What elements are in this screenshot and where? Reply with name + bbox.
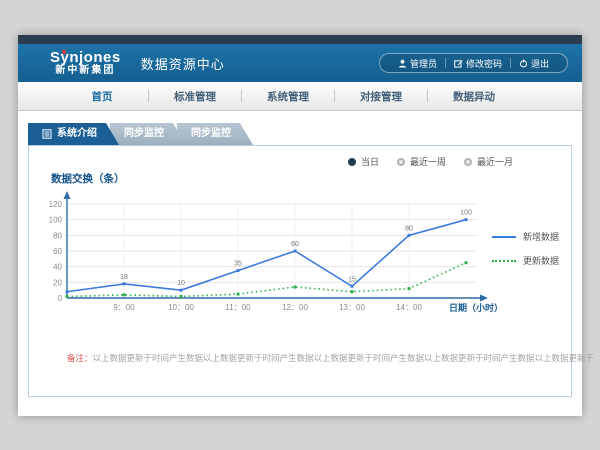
dotted-line-icon <box>492 260 516 262</box>
top-strip <box>18 35 582 44</box>
nav-item-home[interactable]: 首页 <box>56 89 148 104</box>
change-password-label: 修改密码 <box>466 57 502 70</box>
nav-item-system-mgmt[interactable]: 系统管理 <box>242 89 334 104</box>
user-menu-admin[interactable]: 管理员 <box>390 57 445 70</box>
svg-text:60: 60 <box>291 241 299 248</box>
svg-text:100: 100 <box>49 216 63 225</box>
app-header: Synjones 新中新集团 数据资源中心 管理员 修改密码 <box>18 44 582 82</box>
svg-text:9：00: 9：00 <box>113 303 135 312</box>
svg-text:10：00: 10：00 <box>168 303 194 312</box>
svg-text:15: 15 <box>348 276 356 283</box>
document-icon <box>42 129 52 139</box>
svg-text:80: 80 <box>405 225 413 232</box>
filter-today[interactable]: 当日 <box>348 155 379 168</box>
solid-line-icon <box>492 236 516 238</box>
svg-text:40: 40 <box>53 263 62 272</box>
note-text: 以上数据更新于时间产生数据以上数据更新于时间产生数据以上数据更新于时间产生数据以… <box>93 353 595 363</box>
filter-last-month[interactable]: 最近一月 <box>464 155 513 168</box>
content-card: 当日 最近一周 最近一月 数据交换（条） 0 20 40 60 80 100 120 9：00… <box>28 145 572 397</box>
footer-note: 备注：以上数据更新于时间产生数据以上数据更新于时间产生数据以上数据更新于时间产生… <box>67 352 563 364</box>
power-icon <box>519 59 528 68</box>
svg-text:11：00: 11：00 <box>225 303 251 312</box>
edit-icon <box>454 59 463 68</box>
svg-text:14：00: 14：00 <box>396 303 422 312</box>
logo-name: Synjones <box>50 50 121 66</box>
svg-text:60: 60 <box>53 247 62 256</box>
legend-new-data[interactable]: 新增数据 <box>492 230 559 243</box>
radio-unselected-icon <box>464 158 472 166</box>
tab-system-intro[interactable]: 系统介绍 <box>28 123 119 145</box>
svg-text:100: 100 <box>460 210 472 217</box>
radio-unselected-icon <box>397 158 405 166</box>
tab-sync-monitor-2[interactable]: 同步监控 <box>177 123 253 145</box>
main-nav: 首页 标准管理 系统管理 对接管理 数据异动 <box>18 82 582 111</box>
svg-text:0: 0 <box>58 294 63 303</box>
logo-group: 新中新集团 <box>50 66 121 77</box>
user-menu-label: 管理员 <box>410 57 437 70</box>
page-title: 数据资源中心 <box>141 54 225 73</box>
logo-red-dot-icon <box>62 50 66 54</box>
logout-button[interactable]: 退出 <box>511 57 557 70</box>
company-logo: Synjones 新中新集团 <box>50 50 121 76</box>
user-menu: 管理员 修改密码 退出 <box>379 53 568 73</box>
legend-update-data[interactable]: 更新数据 <box>492 254 559 267</box>
svg-text:120: 120 <box>49 200 63 209</box>
svg-text:80: 80 <box>53 231 62 240</box>
user-icon <box>398 59 407 68</box>
filter-label: 最近一月 <box>477 155 513 168</box>
svg-text:20: 20 <box>53 278 62 287</box>
filter-label: 最近一周 <box>410 155 446 168</box>
svg-text:12：00: 12：00 <box>282 303 308 312</box>
line-chart: 0 20 40 60 80 100 120 9：00 10：00 11：00 12：00 13：00 1… <box>43 188 505 334</box>
change-password-button[interactable]: 修改密码 <box>446 57 510 70</box>
filter-last-week[interactable]: 最近一周 <box>397 155 446 168</box>
nav-item-interface-mgmt[interactable]: 对接管理 <box>335 89 427 104</box>
filter-label: 当日 <box>361 155 379 168</box>
legend-label: 新增数据 <box>523 230 559 243</box>
nav-item-data-change[interactable]: 数据异动 <box>428 89 520 104</box>
svg-text:日期（小时）: 日期（小时） <box>449 302 503 313</box>
svg-text:18: 18 <box>120 274 128 281</box>
svg-text:35: 35 <box>234 261 242 268</box>
tab-bar: 系统介绍 同步监控 同步监控 <box>28 123 582 145</box>
chart-legend: 新增数据 更新数据 <box>492 230 559 267</box>
legend-label: 更新数据 <box>523 254 559 267</box>
nav-item-standard-mgmt[interactable]: 标准管理 <box>149 89 241 104</box>
range-filter-group: 当日 最近一周 最近一月 <box>348 155 513 168</box>
tab-sync-monitor-1[interactable]: 同步监控 <box>110 123 186 145</box>
tab-label: 系统介绍 <box>57 123 97 145</box>
page: Synjones 新中新集团 数据资源中心 管理员 修改密码 <box>18 35 582 416</box>
svg-text:10: 10 <box>177 280 185 287</box>
svg-text:13：00: 13：00 <box>339 303 365 312</box>
logout-label: 退出 <box>531 57 549 70</box>
radio-selected-icon <box>348 158 356 166</box>
note-prefix: 备注： <box>67 353 93 363</box>
y-axis-title: 数据交换（条） <box>51 171 125 186</box>
